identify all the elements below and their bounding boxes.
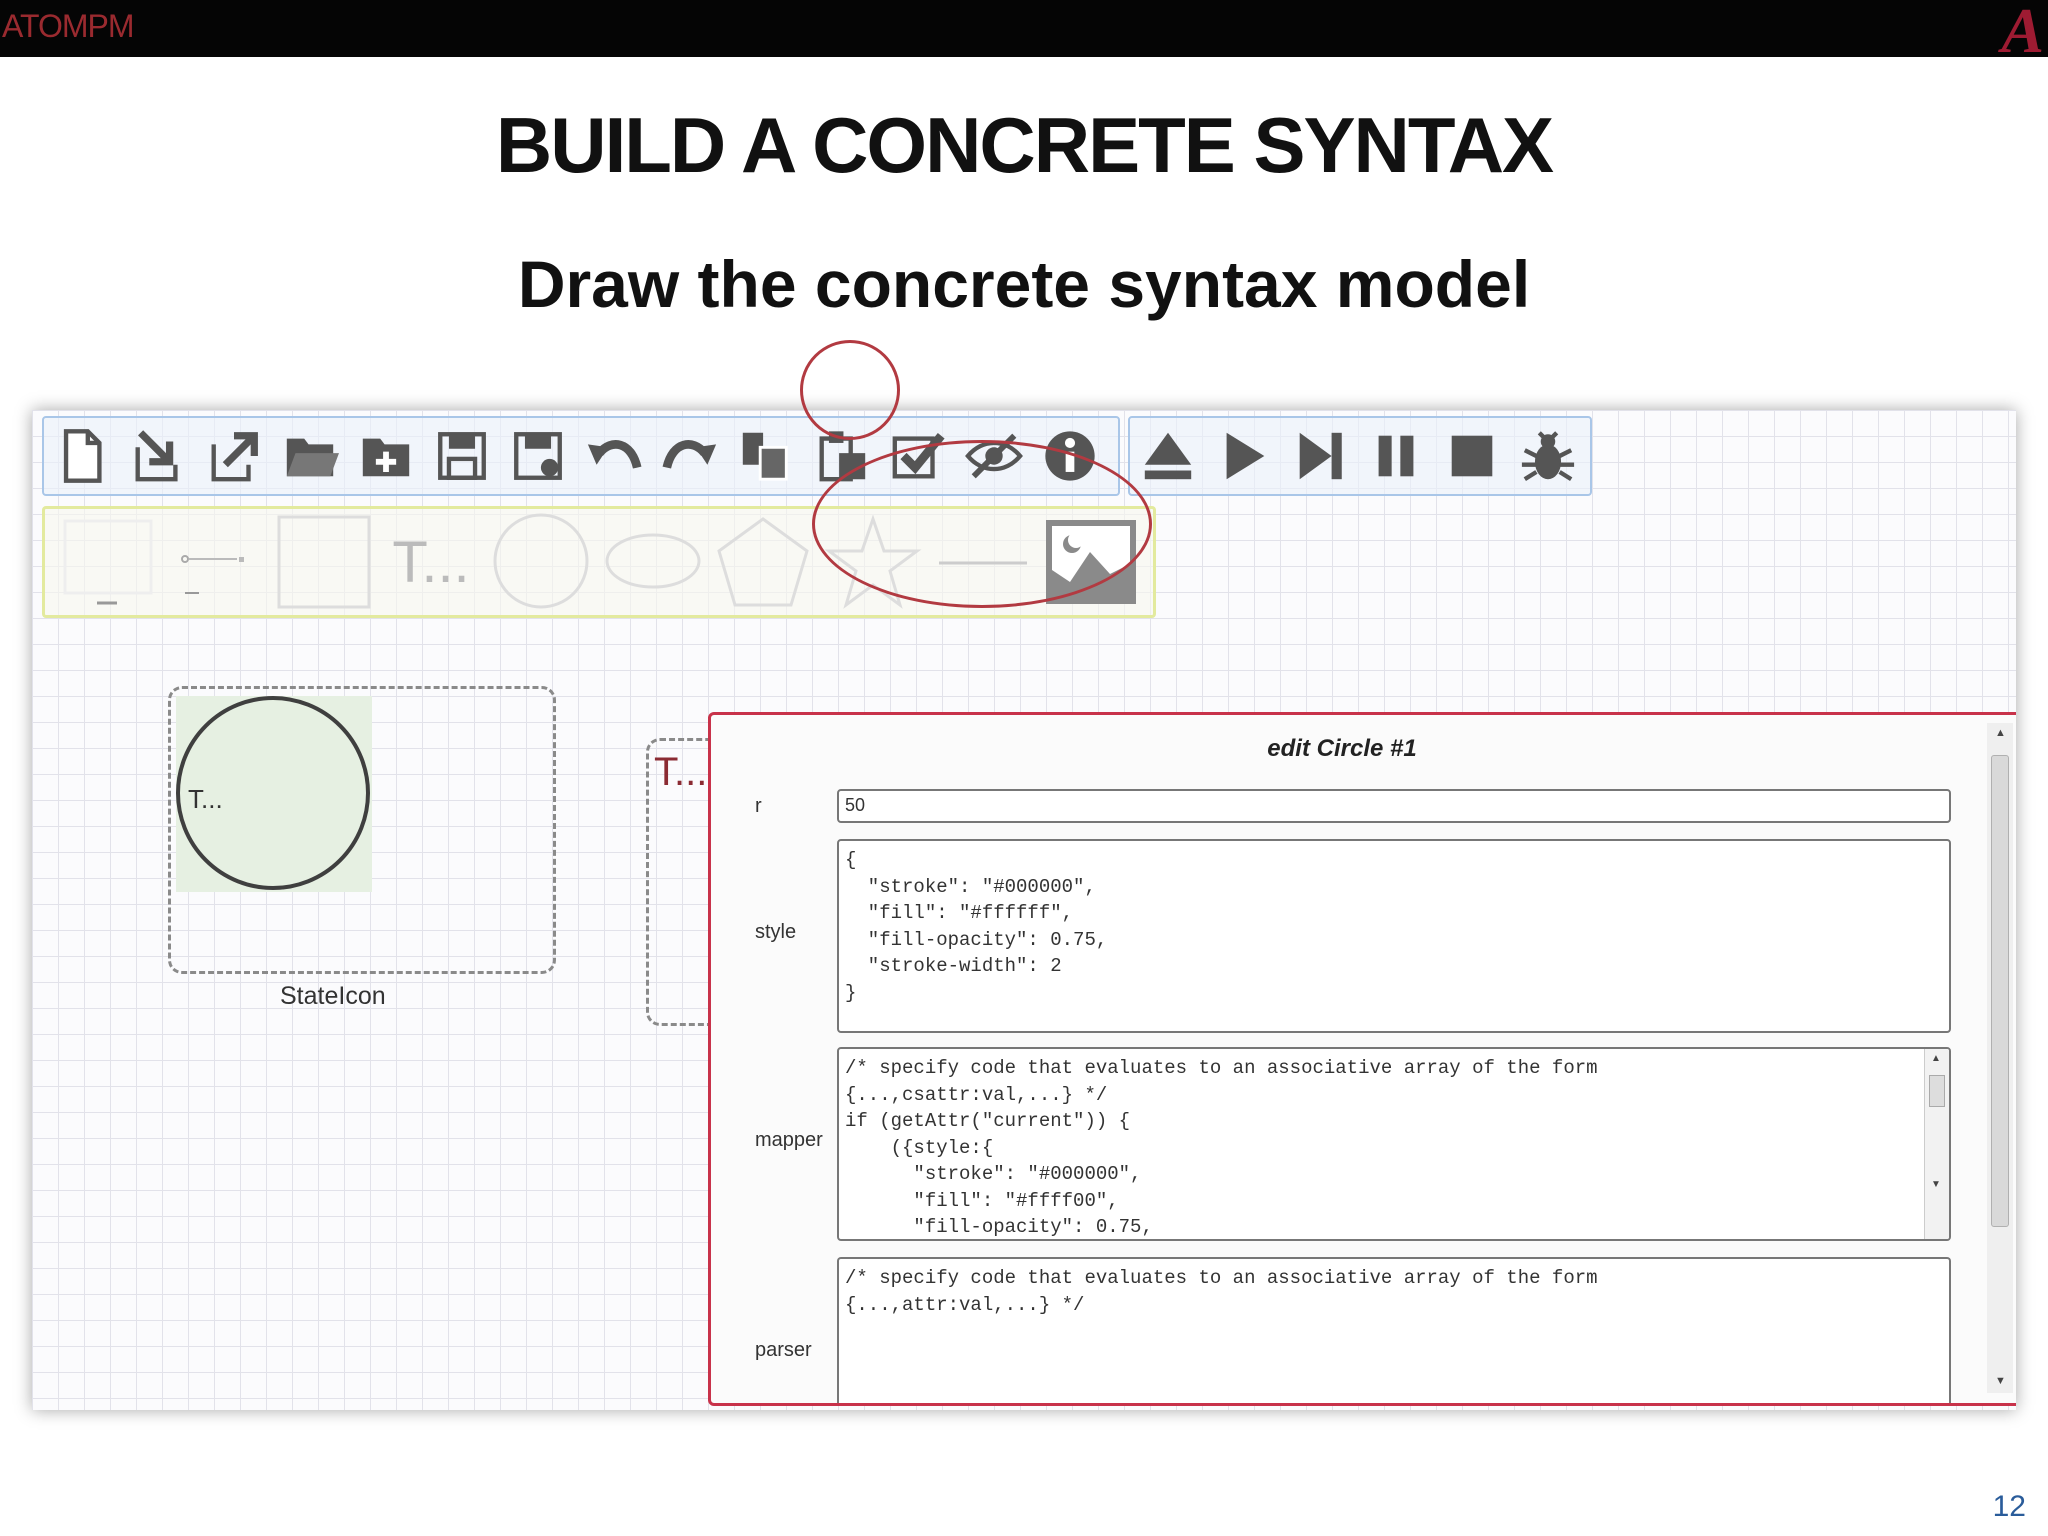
dialog-scrollbar[interactable]: ▲ ▼ [1987,723,2013,1393]
mapper-textarea[interactable]: /* specify code that evaluates to an ass… [837,1047,1951,1241]
slide-subtitle: Draw the concrete syntax model [517,247,1531,321]
parser-textarea[interactable]: /* specify code that evaluates to an ass… [837,1257,1951,1403]
link-tool[interactable] [165,517,265,607]
dialog-title: edit Circle #1 [1267,735,1417,762]
debug-icon[interactable] [1510,418,1586,494]
validate-icon[interactable] [880,418,956,494]
pentagon-tool[interactable] [713,517,813,607]
dialog-scroll-down-icon[interactable]: ▼ [1995,1375,2006,1387]
mapper-label: mapper [755,1129,823,1151]
stop-icon[interactable] [1434,418,1510,494]
ellipse-tool[interactable] [601,517,705,607]
atompm-screenshot: T... T... StateIcon T... edit Circle #1 … [32,410,2016,1410]
top-bar: ATOMPM A [0,0,2048,66]
dialog-scroll-thumb[interactable] [1991,755,2009,1227]
parser-code: /* specify code that evaluates to an ass… [845,1267,1598,1316]
r-label: r [755,795,762,817]
run-toolbar [1128,416,1592,496]
mapper-code: /* specify code that evaluates to an ass… [845,1057,1598,1238]
info-icon[interactable] [1032,418,1108,494]
open-folder-icon[interactable] [272,418,348,494]
save-as-icon[interactable] [500,418,576,494]
parser-label: parser [755,1339,812,1361]
copy-icon[interactable] [728,418,804,494]
r-input[interactable]: 50 [837,789,1951,823]
import-icon[interactable] [120,418,196,494]
play-icon[interactable] [1206,418,1282,494]
eject-icon[interactable] [1130,418,1206,494]
redo-icon[interactable] [652,418,728,494]
scroll-up-icon[interactable]: ▲ [1931,1053,1941,1064]
pause-icon[interactable] [1358,418,1434,494]
scroll-down-icon[interactable]: ▼ [1931,1179,1941,1190]
text-icon-label[interactable]: T... [654,750,707,795]
scroll-thumb[interactable] [1929,1075,1945,1107]
main-toolbar [42,416,1120,496]
export-icon[interactable] [196,418,272,494]
new-file-icon[interactable] [44,418,120,494]
image-tool[interactable] [1041,517,1141,607]
shape-palette: T... [42,506,1156,618]
mapper-scrollbar[interactable]: ▲ ▼ [1924,1049,1949,1239]
text-tool[interactable]: T... [381,517,481,607]
square-tool[interactable] [273,515,373,609]
r-value: 50 [845,795,866,815]
edit-circle-dialog: edit Circle #1 r 50 style { "stroke": "#… [708,712,2016,1406]
hide-icon[interactable] [956,418,1032,494]
university-logo: A [2001,0,2044,66]
undo-icon[interactable] [576,418,652,494]
save-icon[interactable] [424,418,500,494]
rectangle-tool[interactable] [57,517,157,607]
circle-tool[interactable] [489,513,593,609]
style-textarea[interactable]: { "stroke": "#000000", "fill": "#ffffff"… [837,839,1951,1033]
new-folder-icon[interactable] [348,418,424,494]
style-code: { "stroke": "#000000", "fill": "#ffffff"… [845,849,1108,1004]
star-tool[interactable] [821,515,925,609]
atompm-logo: ATOMPM [2,8,134,44]
slide-title: BUILD A CONCRETE SYNTAX [495,101,1554,189]
circle-text[interactable]: T... [188,784,223,815]
step-icon[interactable] [1282,418,1358,494]
paste-icon[interactable] [804,418,880,494]
page-number: 12 [1992,1490,2026,1523]
stateicon-label: StateIcon [280,982,386,1010]
line-tool[interactable] [933,517,1033,607]
dialog-scroll-up-icon[interactable]: ▲ [1995,727,2006,739]
text-tool-label: T... [392,529,470,595]
style-label: style [755,921,797,943]
